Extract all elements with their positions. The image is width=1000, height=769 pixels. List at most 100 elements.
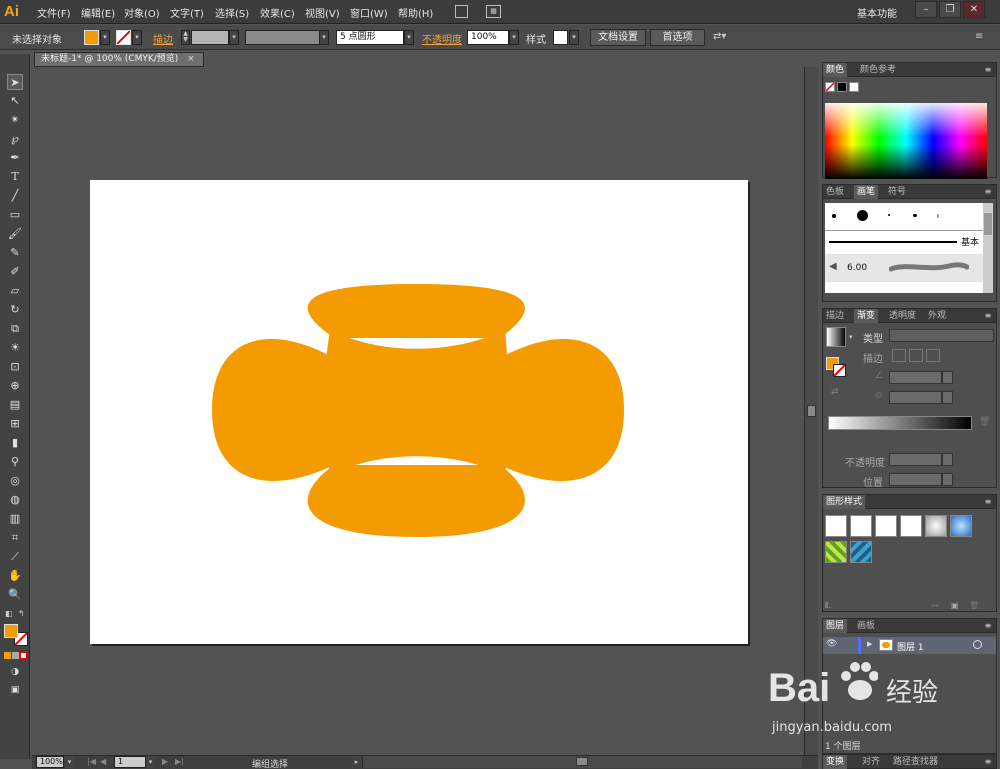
brush-definition-field[interactable]: 5 点圆形 xyxy=(336,30,404,45)
pencil-tool-icon[interactable]: ✎ xyxy=(7,245,23,261)
workspace-switcher[interactable]: 基本功能 xyxy=(857,5,897,20)
layer-target-icon[interactable] xyxy=(973,640,982,649)
styles-library-icon[interactable]: ⫴. xyxy=(825,601,831,611)
tab-align[interactable]: 对齐 xyxy=(859,755,883,769)
restore-button[interactable]: ❐ xyxy=(939,1,961,18)
graphic-style-8[interactable] xyxy=(850,541,872,563)
gradient-aspect-dropdown[interactable] xyxy=(942,391,953,404)
bridge-icon[interactable] xyxy=(455,5,468,18)
graphic-style-7[interactable] xyxy=(825,541,847,563)
brush-list-scroll-thumb[interactable] xyxy=(984,213,992,235)
delete-style-icon[interactable]: 🗑 xyxy=(969,601,979,610)
graphic-style-3[interactable] xyxy=(875,515,897,537)
horizontal-scroll-thumb[interactable] xyxy=(576,757,588,766)
artboard-dropdown[interactable]: ▾ xyxy=(146,756,155,768)
graphic-style-default[interactable] xyxy=(825,515,847,537)
tab-appearance[interactable]: 外观 xyxy=(925,309,949,323)
gradient-tool-icon[interactable]: ▮ xyxy=(7,435,23,451)
menu-edit[interactable]: 编辑(E) xyxy=(81,5,115,20)
line-tool-icon[interactable]: ╱ xyxy=(7,188,23,204)
color-mode-icon[interactable] xyxy=(4,652,11,659)
menu-view[interactable]: 视图(V) xyxy=(305,5,340,20)
panel-menu-icon[interactable]: ≡ xyxy=(983,187,993,197)
panel-menu-icon[interactable]: ≡ xyxy=(983,497,993,507)
artboard-number-input[interactable]: 1 xyxy=(114,756,146,768)
stroke-label[interactable]: 描边 xyxy=(153,31,173,46)
artboard-tool-icon[interactable]: ⌗ xyxy=(7,530,23,546)
eyedropper-tool-icon[interactable]: ⚲ xyxy=(7,454,23,470)
hand-tool-icon[interactable]: ✋ xyxy=(7,568,23,584)
arrange-icon[interactable]: ⇄▾ xyxy=(713,31,726,42)
column-graph-tool-icon[interactable]: ▥ xyxy=(7,511,23,527)
black-swatch[interactable] xyxy=(837,82,847,92)
tab-graphic-styles[interactable]: 图形样式 xyxy=(823,495,866,509)
document-tab-close[interactable]: × xyxy=(187,54,195,64)
panel-menu-icon[interactable]: ≡ xyxy=(983,65,993,75)
menu-file[interactable]: 文件(F) xyxy=(37,5,71,20)
zoom-tool-icon[interactable]: 🔍 xyxy=(7,587,23,603)
vertical-scrollbar[interactable] xyxy=(804,67,818,755)
brush-fine[interactable] xyxy=(937,214,939,218)
next-artboard-icon[interactable]: ▶ xyxy=(162,757,168,766)
fill-dropdown[interactable]: ▾ xyxy=(100,30,110,45)
minimize-button[interactable]: – xyxy=(915,1,937,18)
document-tab[interactable]: 未标题-1* @ 100% (CMYK/预览) × xyxy=(34,52,204,67)
brush-dot-large[interactable] xyxy=(857,210,868,221)
gradient-stroke-swatch[interactable] xyxy=(833,364,846,377)
previous-artboard-icon[interactable]: ◀ xyxy=(100,757,106,766)
stroke-along-icon[interactable] xyxy=(909,349,923,362)
control-bar-menu-icon[interactable]: ≡ xyxy=(975,31,983,42)
flower-center[interactable] xyxy=(324,330,509,475)
gradient-preview-swatch[interactable] xyxy=(826,327,846,347)
gradient-slider[interactable] xyxy=(828,416,972,430)
graphic-style-4[interactable] xyxy=(900,515,922,537)
style-dropdown[interactable]: ▾ xyxy=(569,30,579,45)
menu-object[interactable]: 对象(O) xyxy=(124,5,160,20)
gradient-position-dropdown[interactable] xyxy=(942,473,953,486)
rectangle-tool-icon[interactable]: ▭ xyxy=(7,207,23,223)
menu-type[interactable]: 文字(T) xyxy=(170,5,204,20)
scale-tool-icon[interactable]: ⧉ xyxy=(7,321,23,337)
graphic-style-2[interactable] xyxy=(850,515,872,537)
toolbar-fill-swatch[interactable] xyxy=(4,624,18,638)
gradient-aspect-input[interactable] xyxy=(889,391,942,404)
none-color-swatch[interactable] xyxy=(825,82,835,92)
eraser-tool-icon[interactable]: ▱ xyxy=(7,283,23,299)
tab-artboards[interactable]: 画板 xyxy=(854,619,878,633)
flower-shape[interactable] xyxy=(212,284,624,537)
opacity-input[interactable]: 100% xyxy=(467,30,509,45)
tab-color[interactable]: 颜色 xyxy=(823,63,848,77)
warp-tool-icon[interactable]: ☀ xyxy=(7,340,23,356)
panel-menu-icon[interactable]: ≡ xyxy=(983,757,993,767)
flower-top-lobe[interactable] xyxy=(307,284,525,338)
pen-tool-icon[interactable]: ✒ xyxy=(7,150,23,166)
style-swatch[interactable] xyxy=(553,30,568,45)
tab-swatches[interactable]: 色板 xyxy=(823,185,847,199)
menu-window[interactable]: 窗口(W) xyxy=(350,5,388,20)
menu-select[interactable]: 选择(S) xyxy=(215,5,249,20)
tab-gradient[interactable]: 渐变 xyxy=(854,309,879,323)
panel-menu-icon[interactable]: ≡ xyxy=(983,621,993,631)
layer-expand-icon[interactable]: ▶ xyxy=(867,640,872,648)
brush-dropdown[interactable]: ▾ xyxy=(404,30,414,45)
magic-wand-tool-icon[interactable]: ✴ xyxy=(7,112,23,128)
brush-list-scrollbar[interactable] xyxy=(983,203,993,293)
tab-pathfinder[interactable]: 路径查找器 xyxy=(890,755,941,769)
horizontal-scrollbar[interactable] xyxy=(362,756,802,768)
vertical-scroll-thumb[interactable] xyxy=(807,405,816,417)
menu-help[interactable]: 帮助(H) xyxy=(398,5,433,20)
selection-tool-icon[interactable]: ➤ xyxy=(7,74,23,90)
close-button[interactable]: ✕ xyxy=(963,1,985,18)
swap-colors-icon[interactable]: ↰ xyxy=(18,609,25,618)
artboard[interactable] xyxy=(90,180,748,644)
rotate-tool-icon[interactable]: ↻ xyxy=(7,302,23,318)
fill-swatch[interactable] xyxy=(84,30,99,45)
visibility-icon[interactable]: 👁 xyxy=(826,639,837,649)
stroke-across-icon[interactable] xyxy=(926,349,940,362)
stroke-dropdown[interactable]: ▾ xyxy=(132,30,142,45)
opacity-dropdown[interactable]: ▾ xyxy=(509,30,519,45)
gradient-mode-icon[interactable] xyxy=(12,652,19,659)
variable-width-input[interactable] xyxy=(245,30,320,45)
direct-selection-tool-icon[interactable]: ↖ xyxy=(7,93,23,109)
variable-width-dropdown[interactable]: ▾ xyxy=(319,30,329,45)
